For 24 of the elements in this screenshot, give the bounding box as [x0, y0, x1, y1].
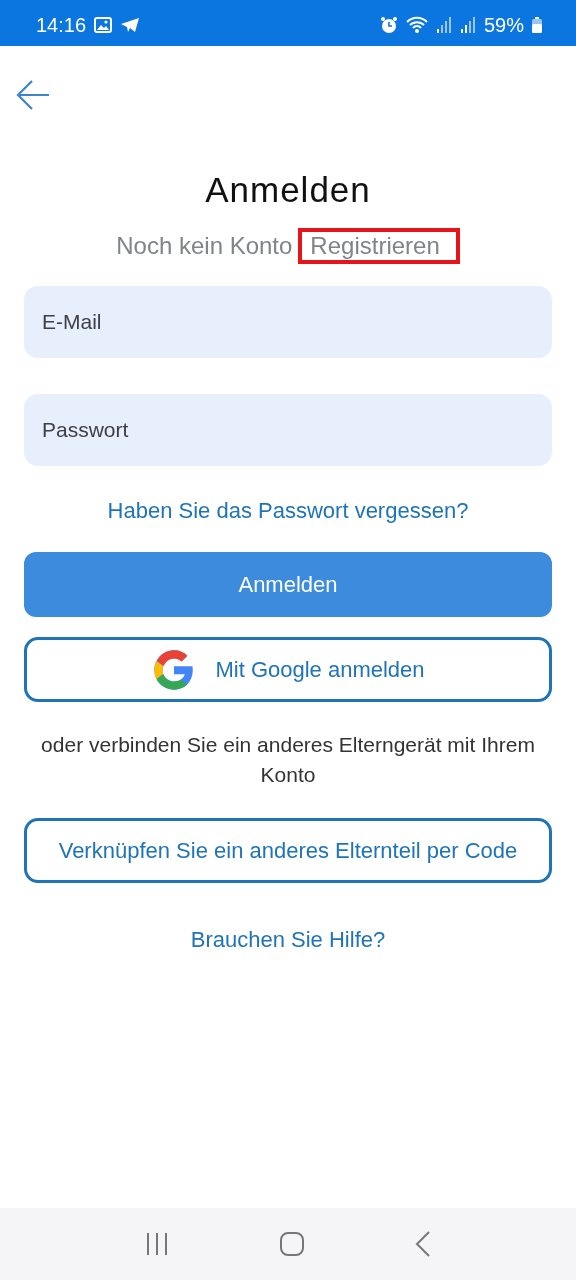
- input-field[interactable]: E-Mail: [24, 286, 552, 358]
- register-prompt: Noch kein Konto: [116, 232, 293, 260]
- home-button[interactable]: [280, 1232, 304, 1256]
- back-nav-button[interactable]: [414, 1231, 431, 1257]
- link-by-code-button[interactable]: Verknüpfen Sie ein anderes Elternteil per Code: [24, 818, 552, 883]
- alarm-icon: [379, 16, 398, 34]
- battery-icon: [532, 17, 542, 33]
- signal-icon: [435, 17, 452, 33]
- send-icon: [120, 17, 141, 33]
- register-link[interactable]: Registrieren: [298, 228, 460, 264]
- page-title: Anmelden: [205, 170, 371, 210]
- status-time: 14:16: [36, 13, 87, 37]
- connect-hint-text: oder verbinden Sie ein anderes Elterngerät mit Ihrem Konto: [40, 732, 536, 788]
- input-field[interactable]: Passwort: [24, 394, 552, 466]
- google-signin-button[interactable]: Mit Google anmelden: [24, 637, 552, 702]
- image-icon: [94, 17, 113, 33]
- forgot-password-link[interactable]: Haben Sie das Passwort vergessen?: [107, 498, 469, 524]
- battery-percentage: 59%: [483, 13, 524, 37]
- back-arrow-icon: [16, 79, 50, 111]
- help-link[interactable]: Brauchen Sie Hilfe?: [190, 927, 386, 953]
- signal-icon: [459, 17, 476, 33]
- login-button[interactable]: Anmelden: [24, 552, 552, 617]
- wifi-icon: [405, 16, 428, 34]
- recent-apps-button[interactable]: [145, 1232, 170, 1256]
